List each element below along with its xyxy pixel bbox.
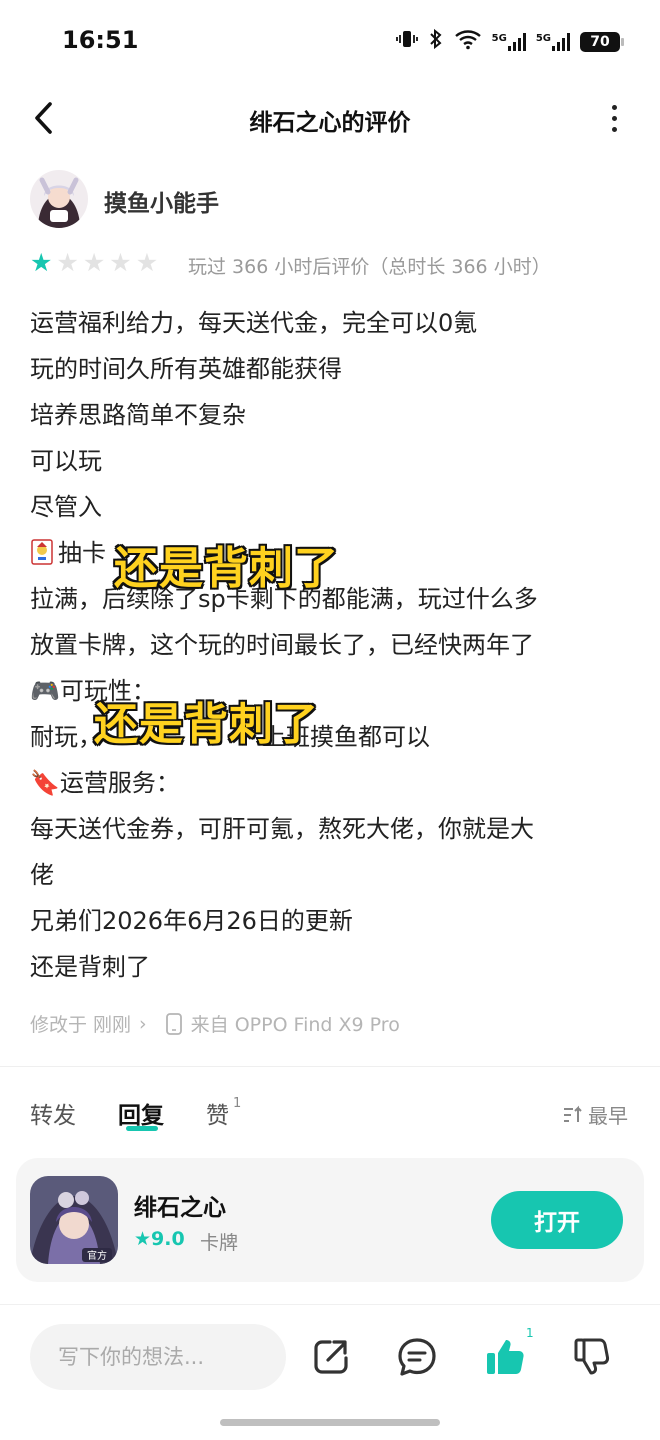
review-line: 佬 (30, 861, 54, 889)
review-line: 还是背刺了 (30, 953, 150, 981)
overlay-caption: 还是背刺了 (93, 698, 320, 752)
tab-forward[interactable]: 转发 (30, 1096, 76, 1130)
star-icon: ★ (56, 248, 79, 277)
chevron-right-icon: › (139, 1012, 147, 1035)
review-line: 培养思路简单不复杂 (30, 401, 246, 429)
review-line: 兄弟们2026年6月26日的更新 (30, 907, 353, 935)
thumbs-down-icon (574, 1338, 610, 1375)
share-icon (314, 1340, 348, 1374)
modified-link[interactable]: 修改于 刚刚 (30, 1010, 131, 1037)
review-line: 可以玩 (30, 447, 102, 475)
status-time: 16:51 (62, 26, 139, 54)
star-icon: ★ (135, 248, 159, 277)
comment-input[interactable] (30, 1324, 286, 1390)
device-source: 来自 OPPO Find X9 Pro (190, 1014, 400, 1036)
divider (0, 1066, 660, 1067)
review-line: 尽管入 (30, 493, 102, 521)
username[interactable]: 摸鱼小能手 (104, 184, 219, 218)
review-text: 运营福利给力，每天送代金，完全可以0氪 玩的时间久所有英雄都能获得 培养思路简单… (30, 300, 630, 990)
review-line: 每天送代金券，可肝可氪，熬死大佬，你就是大 (30, 815, 534, 843)
phone-icon (165, 1012, 182, 1035)
comment-button[interactable] (396, 1336, 438, 1378)
bluetooth-icon (428, 28, 444, 55)
like-count-badge: 1 (526, 1326, 534, 1340)
game-icon[interactable]: 官方 (30, 1176, 118, 1264)
star-icon: ★ (109, 248, 132, 277)
home-indicator[interactable] (220, 1419, 440, 1426)
sort-icon (564, 1105, 582, 1122)
status-icons: 5G 5G 70 (395, 28, 624, 55)
tab-like[interactable]: 赞1 (206, 1096, 241, 1130)
review-line: 运营福利给力，每天送代金，完全可以0氪 (30, 309, 478, 337)
play-time-meta: 玩过 366 小时后评价（总时长 366 小时） (188, 256, 551, 278)
star-icon: ★ (134, 1228, 152, 1250)
thumbs-up-icon (487, 1340, 524, 1374)
star-icon: ★ (82, 248, 106, 277)
tab-active-indicator (126, 1126, 158, 1131)
game-genre: 卡牌 (200, 1232, 239, 1254)
battery-icon: 70 (580, 31, 624, 52)
rating-stars: ★ ★ ★ ★ ★ (30, 250, 158, 276)
tab-reply[interactable]: 回复 (118, 1096, 164, 1130)
signal-icon-1: 5G (492, 32, 526, 51)
overlay-caption: 还是背刺了 (113, 542, 340, 596)
vibrate-icon (395, 28, 418, 55)
sort-button[interactable]: 最早 (562, 1100, 628, 1129)
more-button[interactable] (604, 100, 624, 136)
open-button[interactable]: 打开 (491, 1191, 623, 1249)
signal-icon-2: 5G (536, 32, 570, 51)
like-count: 1 (233, 1096, 242, 1111)
game-name[interactable]: 绯石之心 (134, 1188, 226, 1222)
share-button[interactable] (310, 1336, 352, 1378)
more-icon (611, 104, 617, 110)
comment-icon (398, 1338, 436, 1376)
joker-card-icon (31, 539, 53, 565)
divider (0, 1304, 660, 1305)
like-button[interactable] (484, 1336, 526, 1378)
wifi-icon (454, 28, 482, 55)
review-meta: 修改于 刚刚 › 来自 OPPO Find X9 Pro (30, 1010, 400, 1037)
game-rating: ★9.0 (134, 1228, 185, 1250)
avatar[interactable] (30, 170, 88, 228)
star-icon: ★ (30, 248, 53, 277)
review-line: 放置卡牌，这个玩的时间最长了，已经快两年了 (30, 631, 534, 659)
review-line: 🔖运营服务： (30, 769, 180, 797)
game-icon-badge: 官方 (87, 1249, 107, 1262)
review-line: 玩的时间久所有英雄都能获得 (30, 355, 342, 383)
dislike-button[interactable] (572, 1336, 614, 1378)
page-title: 绯石之心的评价 (249, 110, 411, 136)
